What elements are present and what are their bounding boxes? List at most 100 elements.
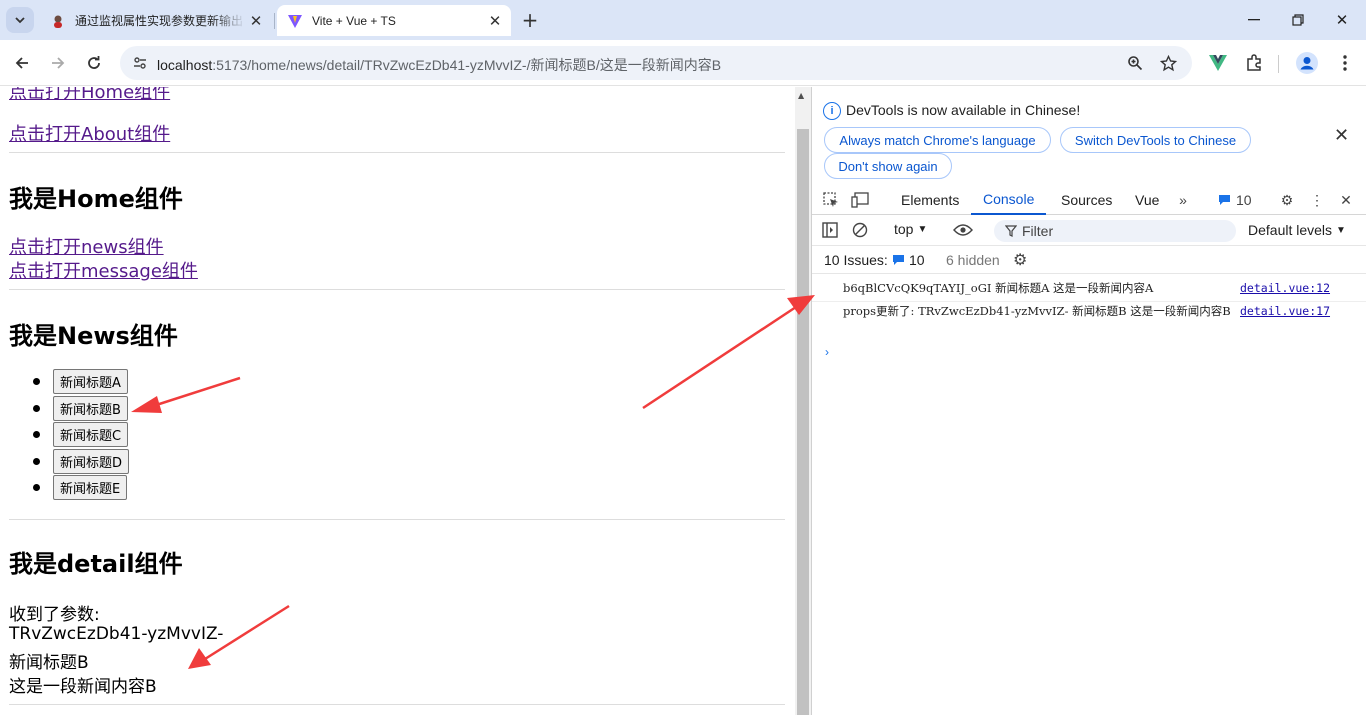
bullet (33, 457, 40, 465)
forward-arrow-icon[interactable] (45, 50, 71, 76)
context-select[interactable]: top ▼ (894, 221, 927, 237)
new-tab-icon[interactable]: + (519, 8, 541, 32)
tab-title: 通过监视属性实现参数更新输出 (75, 14, 244, 28)
tab-strip: 通过监视属性实现参数更新输出 ✕ Vite + Vue + TS ✕ + ✕ (0, 0, 1366, 40)
close-window-icon[interactable]: ✕ (1318, 0, 1366, 40)
filter-funnel-icon (1005, 225, 1017, 237)
news-title-button[interactable]: 新闻标题B (53, 395, 128, 421)
divider (9, 704, 785, 705)
bookmark-star-icon[interactable] (1157, 52, 1179, 74)
tab-separator (274, 13, 275, 29)
devtools-panel: i DevTools is now available in Chinese! … (811, 87, 1366, 715)
filter-placeholder: Filter (1022, 223, 1054, 239)
tab-close-icon[interactable]: ✕ (246, 11, 266, 31)
issues-badge[interactable]: 10 (1218, 189, 1258, 211)
vue-devtools-extension-icon[interactable] (1206, 51, 1230, 75)
console-settings-gear-icon[interactable]: ⚙ (1013, 250, 1027, 270)
detail-content: 这是一段新闻内容B (9, 677, 157, 697)
issues-count: 10 (909, 252, 925, 268)
scroll-up-arrow-icon[interactable]: ▲ (798, 91, 804, 100)
news-heading: 我是News组件 (9, 322, 178, 350)
context-value: top (894, 221, 914, 237)
home-link[interactable]: 点击打开Home组件 (9, 87, 170, 113)
tab-console[interactable]: Console (971, 185, 1047, 215)
page-scrollbar[interactable]: ▲ (795, 87, 811, 715)
issues-link[interactable]: 10 (892, 252, 925, 268)
chevron-down-icon (15, 17, 25, 24)
console-message: props更新了: TRvZwcEzDb41-yzMvvIZ- 新闻标题B 这是… (812, 303, 1366, 337)
console-prompt-chevron-icon[interactable]: › (825, 345, 829, 359)
tab-search-button[interactable] (6, 7, 34, 33)
news-title-button[interactable]: 新闻标题C (53, 422, 129, 447)
info-icon: i (823, 102, 841, 120)
match-language-button[interactable]: Always match Chrome's language (824, 127, 1051, 153)
device-toolbar-icon[interactable] (849, 189, 871, 211)
restore-icon[interactable] (1274, 0, 1322, 40)
console-toolbar: top ▼ Filter Default levels ▼ (812, 216, 1366, 246)
tab-inactive[interactable]: 通过监视属性实现参数更新输出 ✕ (40, 5, 272, 36)
reload-icon[interactable] (81, 50, 107, 76)
console-message: b6qBlCVcQK9qTAYIJ_oGI 新闻标题A 这是一段新闻内容A de… (812, 280, 1366, 302)
infobar-message: DevTools is now available in Chinese! (846, 102, 1081, 118)
tab-close-icon[interactable]: ✕ (485, 11, 505, 31)
settings-gear-icon[interactable]: ⚙ (1276, 189, 1298, 211)
vite-logo-icon (287, 13, 303, 29)
language-infobar: i DevTools is now available in Chinese! … (812, 87, 1366, 185)
about-link[interactable]: 点击打开About组件 (9, 120, 170, 146)
close-icon[interactable]: ✕ (1334, 125, 1349, 146)
detail-id: TRvZwcEzDb41-yzMvvIZ- (9, 624, 224, 644)
tab-elements[interactable]: Elements (901, 185, 959, 215)
home-heading: 我是Home组件 (9, 185, 183, 213)
tab-active[interactable]: Vite + Vue + TS ✕ (277, 5, 511, 36)
detail-label: 收到了参数: (9, 605, 100, 625)
kebab-menu-icon[interactable] (1333, 51, 1357, 75)
live-expression-eye-icon[interactable] (952, 219, 974, 241)
site-info-icon[interactable] (128, 51, 152, 75)
detail-heading: 我是detail组件 (9, 550, 183, 578)
address-bar[interactable]: localhost:5173/home/news/detail/TRvZwcEz… (120, 46, 1192, 80)
close-devtools-icon[interactable]: ✕ (1335, 189, 1357, 211)
bullet (33, 431, 40, 438)
hidden-count: 6 hidden (946, 252, 1000, 268)
tab-title: Vite + Vue + TS (312, 13, 396, 28)
devtools-tabbar: Elements Console Sources Vue » 10 ⚙ ⋮ ✕ (812, 185, 1366, 215)
divider (9, 519, 785, 520)
clear-console-icon[interactable] (849, 219, 871, 241)
scrollbar-thumb[interactable] (797, 129, 809, 715)
message-icon (893, 255, 904, 265)
bullet (33, 378, 40, 385)
filter-input[interactable]: Filter (994, 220, 1236, 242)
dropdown-arrow-icon: ▼ (1336, 224, 1346, 236)
browser-toolbar: localhost:5173/home/news/detail/TRvZwcEz… (0, 40, 1366, 86)
inspect-element-icon[interactable] (820, 189, 842, 211)
sidebar-toggle-icon[interactable] (819, 219, 841, 241)
extensions-puzzle-icon[interactable] (1242, 51, 1266, 75)
profile-avatar-icon[interactable] (1295, 51, 1319, 75)
csdn-favicon-icon (50, 13, 66, 29)
log-levels-select[interactable]: Default levels ▼ (1248, 222, 1346, 238)
console-source-link[interactable]: detail.vue:12 (1240, 281, 1330, 295)
url-text: localhost:5173/home/news/detail/TRvZwcEz… (157, 57, 722, 73)
bullet (33, 404, 40, 412)
news-title-button[interactable]: 新闻标题D (53, 448, 130, 474)
console-source-link[interactable]: detail.vue:17 (1240, 304, 1330, 318)
tab-vue[interactable]: Vue (1135, 185, 1159, 215)
issues-bar: 10 Issues: 10 6 hidden ⚙ (812, 247, 1366, 274)
dont-show-again-button[interactable]: Don't show again (824, 153, 952, 179)
news-link[interactable]: 点击打开news组件 (9, 233, 164, 259)
console-message-text: b6qBlCVcQK9qTAYIJ_oGI 新闻标题A 这是一段新闻内容A (843, 281, 1154, 295)
bullet (33, 484, 40, 491)
tab-sources[interactable]: Sources (1061, 185, 1112, 215)
zoom-icon[interactable] (1124, 52, 1146, 74)
switch-to-chinese-button[interactable]: Switch DevTools to Chinese (1060, 127, 1251, 153)
console-message-text: props更新了: TRvZwcEzDb41-yzMvvIZ- 新闻标题B 这是… (843, 304, 1231, 318)
page-content: 点击打开Home组件 点击打开About组件 我是Home组件 点击打开news… (0, 87, 795, 715)
news-title-button[interactable]: 新闻标题E (53, 475, 128, 500)
toolbar-divider (1278, 55, 1279, 73)
news-title-button[interactable]: 新闻标题A (53, 369, 128, 394)
more-options-icon[interactable]: ⋮ (1306, 189, 1328, 211)
back-arrow-icon[interactable] (9, 50, 35, 76)
more-tabs-chevron-icon[interactable]: » (1172, 189, 1194, 211)
message-link[interactable]: 点击打开message组件 (9, 257, 198, 283)
minimize-icon[interactable] (1230, 0, 1278, 40)
